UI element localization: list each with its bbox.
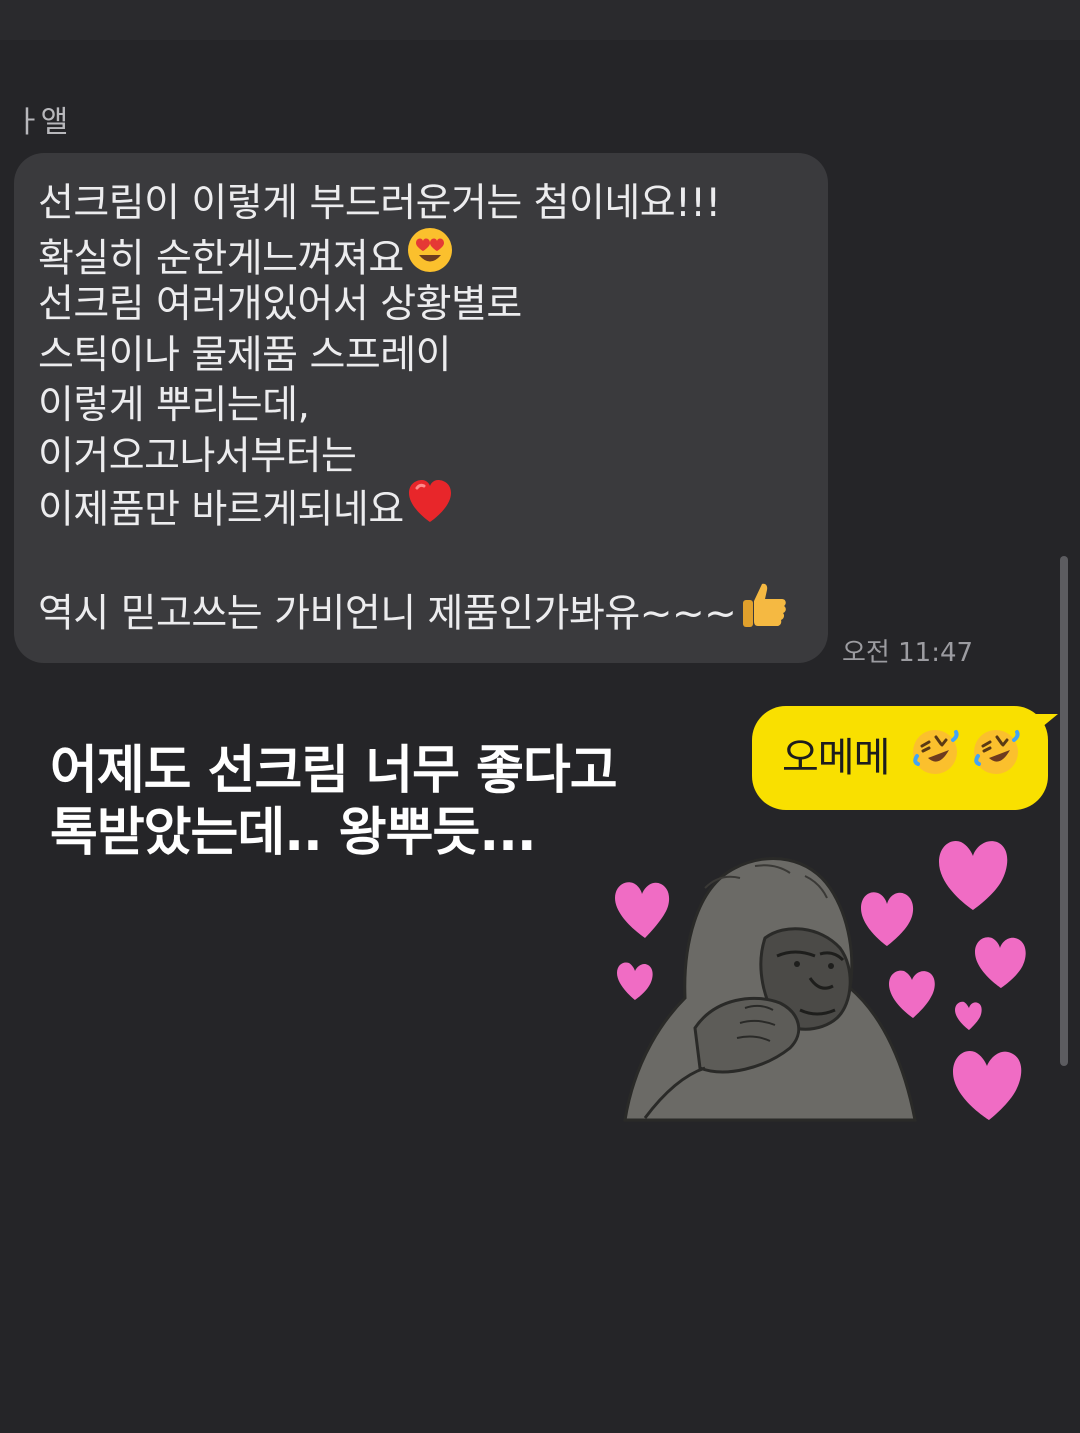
- message-line: 이제품만 바르게되네요: [38, 480, 804, 533]
- message-line: 이거오고나서부터는: [38, 433, 357, 479]
- message-line: [38, 533, 804, 584]
- outgoing-message-bubble[interactable]: 오메메: [752, 706, 1058, 810]
- message-line: 선크림이 이렇게 부드러운거는 첨이네요!!!: [38, 181, 721, 226]
- message-timestamp: 오전 11:47: [842, 638, 974, 668]
- caption-line-2: 톡받았는데.. 왕뿌듯...: [50, 803, 537, 863]
- incoming-message-bubble[interactable]: 선크림이 이렇게 부드러운거는 첨이네요!!! 확실히 순한게느껴져요 선크림 …: [14, 153, 828, 663]
- outgoing-message-text: 오메메: [782, 735, 890, 781]
- message-line: 선크림 여러개있어서 상황별로: [38, 282, 522, 327]
- message-line: 확실히 순한게느껴져요: [38, 227, 804, 281]
- gorilla-hearts-sticker-icon[interactable]: [605, 828, 1045, 1128]
- sender-name: ㅏ앨: [14, 105, 68, 140]
- caption-line-1: 어제도 선크림 너무 좋다고: [50, 741, 618, 801]
- red-heart-emoji-icon: [406, 478, 454, 538]
- heart-eyes-emoji-icon: [406, 226, 454, 288]
- message-line: 역시 믿고쓰는 가비언니 제품인가봐유~~~: [38, 583, 804, 636]
- top-bar: [0, 0, 1080, 40]
- thumbs-up-emoji-icon: [738, 579, 790, 645]
- rofl-emoji-icon: [970, 726, 1022, 782]
- overlay-caption: 어제도 선크림 너무 좋다고 톡받았는데.. 왕뿌듯...: [50, 740, 618, 864]
- bubble-tail: [1036, 714, 1058, 732]
- rofl-emoji-icon: [909, 726, 961, 782]
- message-line: 스틱이나 물제품 스프레이: [38, 332, 451, 378]
- message-line: 이렇게 뿌리는데,: [38, 383, 310, 428]
- scrollbar[interactable]: [1060, 556, 1068, 1066]
